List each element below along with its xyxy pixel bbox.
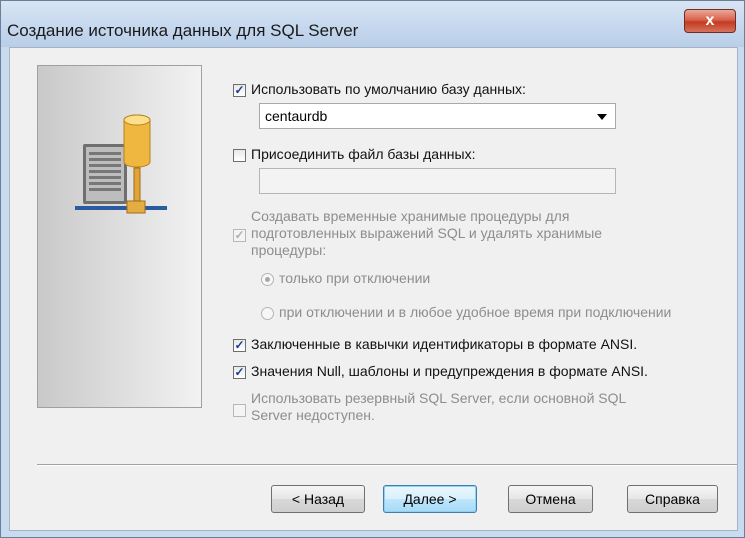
attach-file-label: Присоединить файл базы данных: [251, 146, 476, 162]
window-title: Создание источника данных для SQL Server [7, 21, 359, 40]
ansi-quoted-checkbox[interactable]: ✓ [233, 339, 246, 352]
title-bar[interactable]: Создание источника данных для SQL Server… [1, 1, 744, 47]
radio-on-disconnect-and-anytime-label: при отключении и в любое удобное время п… [279, 304, 672, 320]
close-icon: x [705, 12, 715, 29]
use-default-db-label: Использовать по умолчанию базу данных: [251, 81, 526, 97]
help-button[interactable]: Справка [627, 485, 718, 513]
check-icon: ✓ [234, 228, 245, 242]
attach-file-checkbox[interactable] [233, 149, 246, 162]
check-icon: ✓ [234, 83, 245, 97]
failover-label-line2: Server недоступен. [251, 407, 375, 423]
back-button[interactable]: < Назад [271, 485, 365, 513]
attach-file-field[interactable] [259, 168, 616, 194]
temp-procs-label-line3: процедуры: [251, 242, 327, 258]
close-button[interactable]: x [684, 9, 736, 33]
failover-checkbox[interactable] [233, 404, 246, 417]
ansi-nulls-checkbox[interactable]: ✓ [233, 366, 246, 379]
radio-on-disconnect[interactable] [261, 273, 274, 286]
database-server-icon [75, 114, 167, 214]
dialog-body: ✓ Использовать по умолчанию базу данных:… [9, 47, 738, 531]
cancel-button[interactable]: Отмена [508, 485, 593, 513]
dialog-window: Создание источника данных для SQL Server… [0, 0, 745, 538]
temp-procs-label-line1: Создавать временные хранимые процедуры д… [251, 208, 570, 224]
default-db-select[interactable]: centaurdb [259, 103, 616, 129]
separator [37, 464, 737, 466]
wizard-image-panel [37, 65, 202, 408]
default-db-value: centaurdb [265, 108, 328, 124]
temp-procs-checkbox[interactable]: ✓ [233, 229, 246, 242]
failover-label-line1: Использовать резервный SQL Server, если … [251, 390, 627, 406]
check-icon: ✓ [234, 338, 245, 352]
check-icon: ✓ [234, 365, 245, 379]
ansi-quoted-label: Заключенные в кавычки идентификаторы в ф… [251, 336, 638, 352]
radio-on-disconnect-label: только при отключении [279, 270, 431, 286]
chevron-down-icon[interactable] [597, 114, 607, 120]
radio-on-disconnect-and-anytime[interactable] [261, 307, 274, 320]
use-default-db-checkbox[interactable]: ✓ [233, 84, 246, 97]
temp-procs-label-line2: подготовленных выражений SQL и удалять х… [251, 225, 603, 241]
ansi-nulls-label: Значения Null, шаблоны и предупреждения … [251, 363, 648, 379]
next-button[interactable]: Далее > [383, 485, 477, 513]
